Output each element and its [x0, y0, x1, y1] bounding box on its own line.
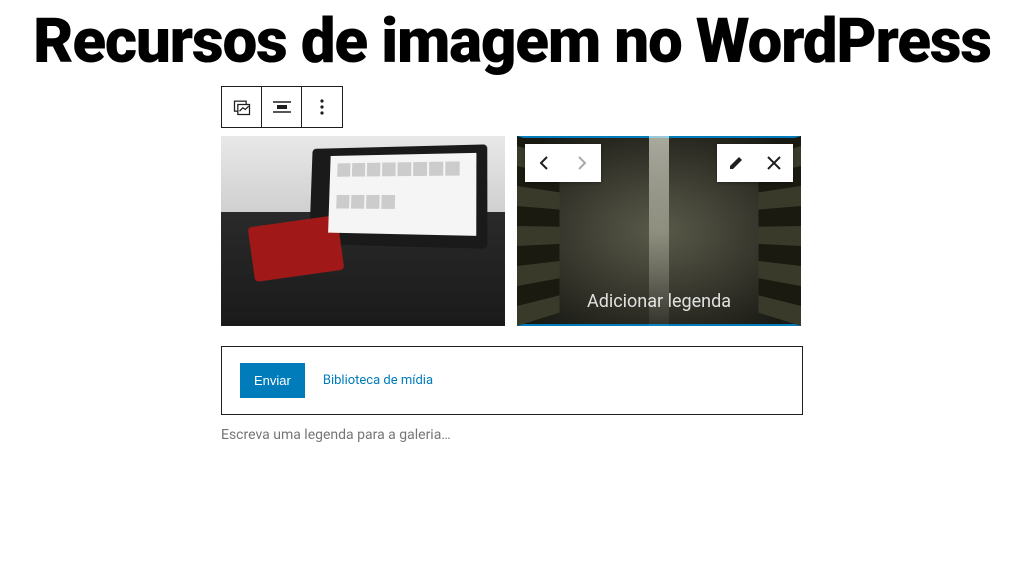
block-type-button[interactable]	[222, 87, 262, 127]
remove-button[interactable]	[755, 144, 793, 182]
gallery-block[interactable]: Adicionar legenda Enviar Biblioteca de m…	[221, 86, 803, 443]
gallery-item-1[interactable]	[221, 136, 505, 326]
edit-button[interactable]	[717, 144, 755, 182]
gallery-row: Adicionar legenda	[221, 136, 803, 326]
more-options-button[interactable]	[302, 87, 342, 127]
align-button[interactable]	[262, 87, 302, 127]
more-vertical-icon	[320, 99, 324, 115]
move-right-button	[563, 144, 601, 182]
image-preview	[328, 153, 476, 236]
pencil-icon	[728, 155, 744, 171]
chevron-right-icon	[577, 156, 587, 170]
move-left-button[interactable]	[525, 144, 563, 182]
upload-button[interactable]: Enviar	[240, 363, 305, 398]
close-icon	[767, 156, 781, 170]
gallery-icon	[232, 97, 252, 117]
chevron-left-icon	[539, 156, 549, 170]
page-title: Recursos de imagem no WordPress	[0, 8, 1024, 76]
item-controls	[525, 144, 793, 182]
media-library-link[interactable]: Biblioteca de mídia	[323, 373, 433, 388]
gallery-caption-input[interactable]: Escreva uma legenda para a galeria…	[221, 427, 803, 443]
align-center-icon	[272, 100, 292, 114]
block-toolbar	[221, 86, 343, 128]
action-controls	[717, 144, 793, 182]
gallery-item-2[interactable]: Adicionar legenda	[517, 136, 801, 326]
image-caption-input[interactable]: Adicionar legenda	[517, 291, 801, 312]
uploader-panel: Enviar Biblioteca de mídia	[221, 346, 803, 415]
move-controls	[525, 144, 601, 182]
